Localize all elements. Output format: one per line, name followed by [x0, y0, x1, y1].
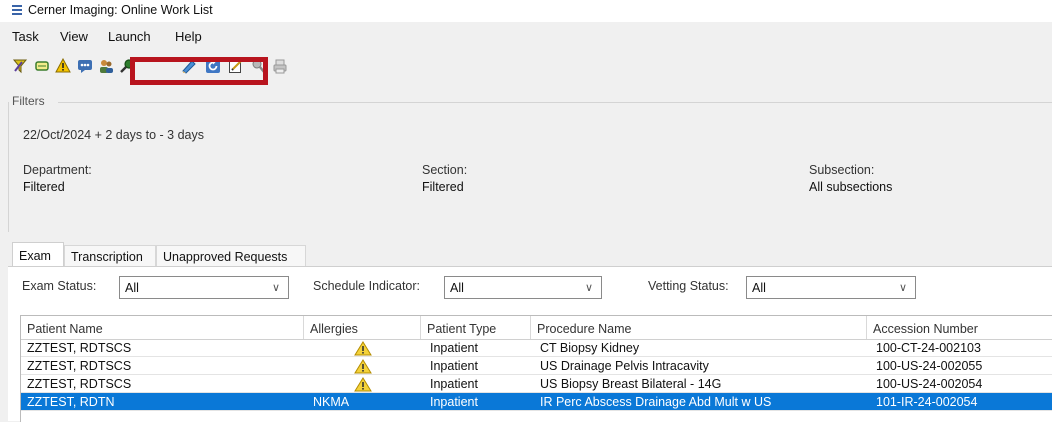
exam-status-select[interactable]: All ∨	[119, 276, 289, 299]
table-row-selected[interactable]: ZZTEST, RDTN NKMA Inpatient IR Perc Absc…	[21, 393, 1052, 411]
subsection-label: Subsection:	[809, 163, 875, 177]
window-title: Cerner Imaging: Online Work List	[28, 3, 213, 17]
exam-panel: Exam Status: All ∨ Schedule Indicator: A…	[8, 266, 1052, 422]
section-value: Filtered	[422, 180, 464, 194]
tab-unapproved-requests[interactable]: Unapproved Requests	[156, 245, 306, 267]
schedule-indicator-select[interactable]: All ∨	[444, 276, 602, 299]
cell-patient-type: Inpatient	[430, 359, 478, 373]
cell-patient-name: ZZTEST, RDTSCS	[27, 377, 132, 391]
toolbar	[0, 48, 1052, 88]
cell-procedure-name: IR Perc Abscess Drainage Abd Mult w US	[540, 395, 772, 409]
filters-group: Filters 22/Oct/2024 + 2 days to - 3 days…	[0, 94, 1052, 232]
menu-launch[interactable]: Launch	[108, 29, 151, 44]
worklist-grid: Patient Name Allergies Patient Type Proc…	[20, 315, 1052, 422]
menu-task[interactable]: Task	[12, 29, 39, 44]
cell-procedure-name: US Biopsy Breast Bilateral - 14G	[540, 377, 722, 391]
column-accession-number[interactable]: Accession Number	[867, 316, 1052, 339]
filters-border-left	[8, 102, 9, 232]
chevron-down-icon: ∨	[898, 282, 907, 294]
section-label: Section:	[422, 163, 468, 177]
menu-help[interactable]: Help	[175, 29, 202, 44]
vetting-status-value: All	[752, 281, 766, 295]
department-label: Department:	[23, 163, 92, 177]
cell-patient-name: ZZTEST, RDTN	[27, 395, 115, 409]
warning-icon	[304, 339, 421, 356]
schedule-indicator-value: All	[450, 281, 464, 295]
cell-allergies: NKMA	[313, 395, 350, 409]
menu-view[interactable]: View	[60, 29, 88, 44]
warning-icon	[304, 357, 421, 374]
toolbar-highlight-box	[130, 57, 268, 85]
tab-strip: Exam Transcription Unapproved Requests	[0, 242, 1052, 267]
menu-bar: Task View Launch Help	[0, 22, 1052, 48]
table-row[interactable]: ZZTEST, RDTSCS Inpatient US Biopsy Breas…	[21, 375, 1052, 393]
cell-patient-type: Inpatient	[430, 377, 478, 391]
warning-icon	[304, 375, 421, 392]
column-patient-name[interactable]: Patient Name	[21, 316, 304, 339]
cell-patient-type: Inpatient	[430, 395, 478, 409]
column-procedure-name[interactable]: Procedure Name	[531, 316, 867, 339]
table-row[interactable]: ZZTEST, RDTSCS Inpatient CT Biopsy Kidne…	[21, 339, 1052, 357]
cell-accession-number: 100-US-24-002055	[876, 359, 983, 373]
cell-accession-number: 100-US-24-002054	[876, 377, 983, 391]
cell-accession-number: 101-IR-24-002054	[876, 395, 978, 409]
cell-patient-name: ZZTEST, RDTSCS	[27, 341, 132, 355]
chat-icon[interactable]	[77, 58, 93, 74]
department-value: Filtered	[23, 180, 65, 194]
column-patient-type[interactable]: Patient Type	[421, 316, 531, 339]
filters-border	[58, 102, 1052, 103]
users-icon[interactable]	[98, 58, 114, 74]
vetting-status-label: Vetting Status:	[648, 279, 729, 293]
column-allergies[interactable]: Allergies	[304, 316, 421, 339]
chevron-down-icon: ∨	[584, 282, 593, 294]
print-icon[interactable]	[272, 58, 288, 74]
cell-accession-number: 100-CT-24-002103	[876, 341, 981, 355]
cell-procedure-name: US Drainage Pelvis Intracavity	[540, 359, 709, 373]
schedule-indicator-label: Schedule Indicator:	[313, 279, 421, 293]
filter-icon[interactable]	[12, 58, 28, 74]
table-row[interactable]: ZZTEST, RDTSCS Inpatient US Drainage Pel…	[21, 357, 1052, 375]
chevron-down-icon: ∨	[271, 282, 280, 294]
cell-patient-name: ZZTEST, RDTSCS	[27, 359, 132, 373]
scroll-icon[interactable]	[34, 58, 50, 74]
exam-status-value: All	[125, 281, 139, 295]
exam-status-label: Exam Status:	[22, 279, 97, 293]
filters-legend: Filters	[12, 94, 49, 108]
cell-procedure-name: CT Biopsy Kidney	[540, 341, 640, 355]
cell-patient-type: Inpatient	[430, 341, 478, 355]
vetting-status-select[interactable]: All ∨	[746, 276, 916, 299]
grid-header: Patient Name Allergies Patient Type Proc…	[21, 316, 1052, 340]
title-bar: Cerner Imaging: Online Work List	[0, 0, 1052, 22]
app-icon	[12, 5, 22, 15]
date-range: 22/Oct/2024 + 2 days to - 3 days	[23, 128, 205, 142]
tab-exam[interactable]: Exam	[12, 242, 64, 267]
alert-icon[interactable]	[55, 58, 71, 74]
subsection-value: All subsections	[809, 180, 893, 194]
tab-transcription[interactable]: Transcription	[64, 245, 156, 267]
